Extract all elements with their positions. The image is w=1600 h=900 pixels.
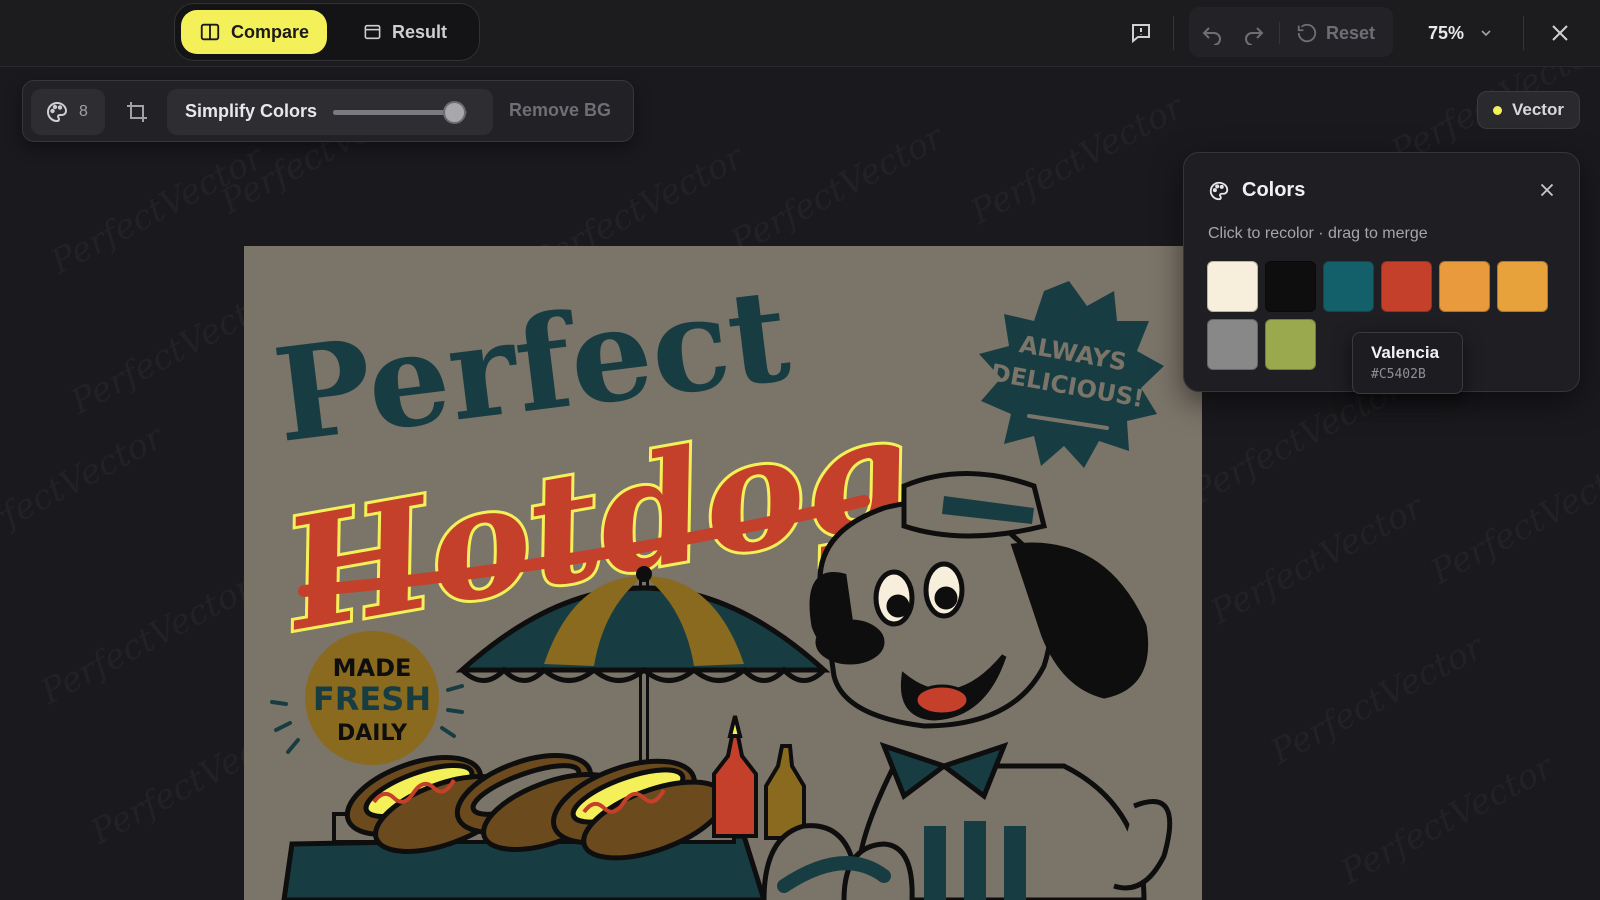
color-swatch[interactable]	[1381, 261, 1432, 312]
slider-thumb[interactable]	[442, 101, 466, 124]
tooltip-color-hex: #C5402B	[1371, 367, 1426, 382]
redo-icon	[1245, 27, 1264, 45]
status-dot	[1493, 105, 1502, 115]
seal-line-3: DAILY	[337, 721, 408, 746]
colors-panel-close-button[interactable]	[1536, 179, 1558, 201]
color-swatch[interactable]	[1265, 319, 1316, 370]
crop-button[interactable]	[123, 98, 151, 126]
hotdog-illustration: Perfect Hotdog ALWAYS DELICIOUS! MADE FR…	[244, 246, 1202, 900]
reset-label: Reset	[1326, 22, 1376, 43]
seal-line-1: MADE	[333, 654, 412, 682]
view-mode-toggle: Compare Result	[174, 3, 480, 61]
reset-icon	[1297, 23, 1317, 43]
watermark-text: PerfectVector	[1204, 487, 1429, 632]
zoom-value: 75%	[1428, 22, 1465, 43]
watermark-text: PerfectVector	[1334, 747, 1559, 892]
watermark-text: PerfectVector	[44, 137, 269, 282]
divider	[1173, 16, 1174, 50]
undo-button[interactable]	[1198, 19, 1226, 47]
watermark-text: PerfectVector	[964, 87, 1189, 232]
watermark-text: PerfectVector	[1424, 447, 1600, 592]
tooltip-color-name: Valencia	[1371, 343, 1440, 362]
feedback-icon	[1132, 24, 1150, 44]
crop-icon	[127, 102, 147, 122]
compare-icon	[200, 23, 220, 41]
slider-fill	[333, 110, 454, 115]
palette-button[interactable]: 8	[31, 89, 105, 135]
watermark-text: PerfectVector	[0, 417, 170, 562]
simplify-colors-control: Simplify Colors	[167, 89, 493, 135]
result-label: Result	[391, 21, 447, 42]
divider	[1279, 22, 1280, 44]
palette-icon	[1209, 181, 1229, 200]
palette-icon	[47, 101, 68, 123]
simplify-colors-label: Simplify Colors	[185, 101, 318, 121]
redo-button[interactable]	[1240, 19, 1268, 47]
remove-bg-button[interactable]: Remove BG	[509, 100, 611, 121]
color-swatch[interactable]	[1265, 261, 1316, 312]
tool-bar: 8 Simplify Colors Remove BG	[22, 80, 634, 142]
close-icon	[1552, 25, 1568, 41]
simplify-slider[interactable]	[333, 101, 467, 124]
reset-button[interactable]: Reset	[1296, 19, 1375, 47]
color-swatch[interactable]	[1439, 261, 1490, 312]
watermark-text: PerfectVector	[724, 117, 949, 262]
compare-button[interactable]: Compare	[181, 10, 327, 54]
close-button[interactable]	[1545, 18, 1575, 48]
vector-mode-badge[interactable]: Vector	[1477, 91, 1580, 129]
color-swatch[interactable]	[1207, 261, 1258, 312]
seal-line-2: FRESH	[313, 680, 431, 718]
feedback-button[interactable]	[1126, 18, 1156, 48]
watermark-text: PerfectVector	[1264, 627, 1489, 772]
artwork-canvas[interactable]: Perfect Hotdog ALWAYS DELICIOUS! MADE FR…	[244, 246, 1202, 900]
color-count: 8	[79, 103, 88, 120]
divider	[1523, 16, 1524, 50]
result-icon	[364, 24, 381, 40]
zoom-select[interactable]: 75%	[1428, 19, 1494, 47]
color-swatch[interactable]	[1323, 261, 1374, 312]
close-icon	[1540, 183, 1554, 197]
compare-label: Compare	[230, 21, 309, 42]
color-swatch[interactable]	[1207, 319, 1258, 370]
result-button[interactable]: Result	[345, 10, 465, 54]
colors-panel-header: Colors	[1208, 179, 1305, 202]
color-tooltip: Valencia #C5402B	[1352, 332, 1463, 394]
colors-panel-hint: Click to recolor · drag to merge	[1208, 225, 1428, 242]
watermark-text: PerfectVector	[34, 567, 259, 712]
colors-panel-title: Colors	[1242, 179, 1306, 201]
top-bar: Compare Result Reset 75%	[0, 0, 1600, 67]
chevron-down-icon	[1481, 30, 1491, 37]
vector-label: Vector	[1512, 100, 1564, 119]
color-swatch[interactable]	[1497, 261, 1548, 312]
undo-icon	[1202, 27, 1221, 45]
